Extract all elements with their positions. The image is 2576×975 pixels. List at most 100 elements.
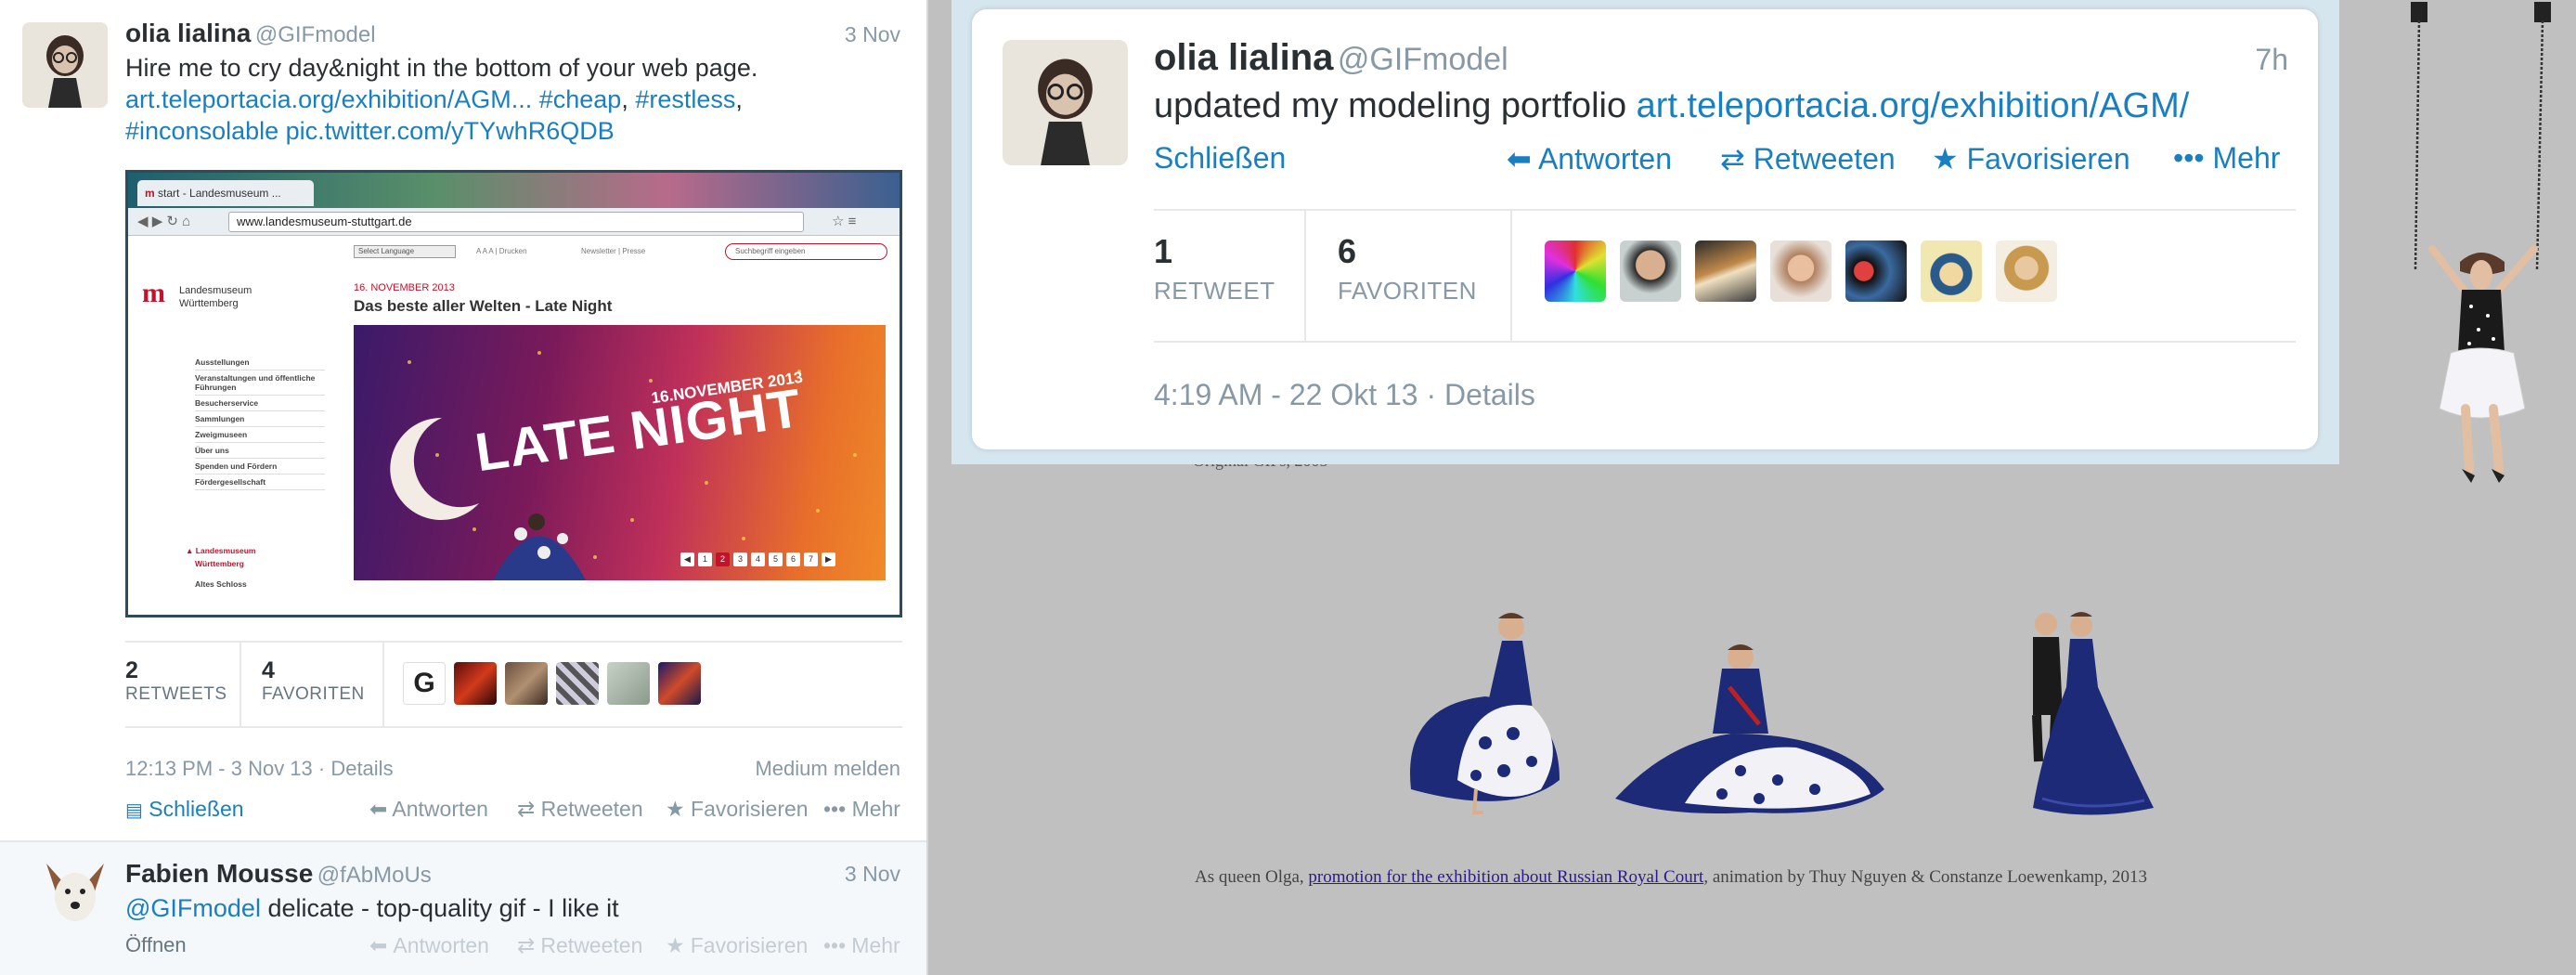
retweet-button[interactable]: ⇄ Retweeten (517, 797, 643, 822)
tweet2-author-handle[interactable]: @fAbMoUs (317, 863, 432, 888)
favoriter-avatar[interactable] (1845, 240, 1907, 302)
pager-page-6[interactable]: 6 (786, 552, 800, 566)
favoriter-avatar[interactable] (1996, 240, 2057, 302)
museum-nav-item[interactable]: Sammlungen (195, 411, 325, 427)
divider (1304, 211, 1306, 341)
star-icon: ★ (1932, 142, 1959, 176)
more-button[interactable]: ••• Mehr (2173, 141, 2280, 176)
card-timestamp[interactable]: 4:19 AM - 22 Okt 13 · Details (1154, 378, 1535, 412)
star-icon: ★ (666, 797, 685, 821)
fabien-avatar[interactable] (37, 854, 113, 930)
reply-button[interactable]: ⬅ Antworten (1507, 141, 1672, 176)
tweet1-author-name[interactable]: olia lialina (125, 19, 251, 47)
queen-figure-2 (1615, 644, 1884, 813)
exhibition-link[interactable]: promotion for the exhibition about Russi… (1308, 867, 1703, 887)
tweet1-text: Hire me to cry day&night in the bottom o… (125, 52, 905, 147)
favoriter-avatar[interactable] (1620, 240, 1681, 302)
tweet1-media-screenshot[interactable]: m start - Landesmuseum ... ◀ ▶ ↻ ⌂ www.l… (125, 170, 902, 618)
tweet1-line1: Hire me to cry day&night in the bottom o… (125, 54, 758, 82)
hashtag-restless[interactable]: #restless (635, 85, 735, 113)
pager-next-icon[interactable]: ▶ (822, 552, 835, 566)
card-time[interactable]: 7h (2255, 43, 2288, 77)
pager-page-5[interactable]: 5 (769, 552, 783, 566)
more-button[interactable]: ••• Mehr (823, 797, 900, 822)
divider (1154, 209, 2296, 211)
retweet-button[interactable]: ⇄ Retweeten (1720, 141, 1896, 176)
reply-icon: ⬅ (1507, 142, 1532, 176)
browser-toolbar: ◀ ▶ ↻ ⌂ www.landesmuseum-stuttgart.de ☆ … (128, 208, 900, 236)
tweet1-date[interactable]: 3 Nov (845, 22, 900, 47)
pager-page-3[interactable]: 3 (733, 552, 747, 566)
museum-nav-item[interactable]: Über uns (195, 443, 325, 459)
olia-avatar[interactable] (22, 22, 108, 108)
favorite-button[interactable]: ★ Favorisieren (1932, 141, 2130, 176)
tweet1-author-handle[interactable]: @GIFmodel (255, 22, 376, 47)
reply-button[interactable]: ⬅ Antworten (369, 933, 489, 958)
card-link[interactable]: art.teleportacia.org/exhibition/AGM/ (1637, 86, 2190, 125)
pager-prev-icon[interactable]: ◀ (680, 552, 694, 566)
favoriter-avatar[interactable] (607, 662, 650, 705)
museum-nav-altes-schloss[interactable]: Altes Schloss (195, 579, 247, 589)
divider (239, 643, 241, 726)
favoriter-avatar[interactable] (1695, 240, 1756, 302)
late-night-banner[interactable]: 16.NOVEMBER 2013 LATE NIGHT ◀ 1 2 3 4 5 6 7 ▶ (354, 325, 886, 580)
museum-nav-item[interactable]: Fördergesellschaft (195, 474, 325, 490)
retweets-stat[interactable]: 2 RETWEETS (125, 657, 227, 705)
close-button[interactable]: ▤ Schließen (125, 797, 244, 822)
pager-page-2[interactable]: 2 (716, 552, 730, 566)
newsletter-link[interactable]: Newsletter | Presse (581, 247, 645, 255)
museum-nav-item[interactable]: Zweigmuseen (195, 427, 325, 443)
card-favorites-stat[interactable]: 6 FAVORITEN (1338, 232, 1477, 306)
favorites-stat[interactable]: 4 FAVORITEN (262, 657, 365, 705)
site-search-input[interactable]: Suchbegriff eingeben (725, 243, 887, 260)
favoriter-avatar[interactable] (1545, 240, 1606, 302)
favoriter-avatar[interactable] (1770, 240, 1832, 302)
museum-nav-active[interactable]: ▲ Landesmuseum Württemberg (186, 544, 256, 570)
card-author-handle[interactable]: @GIFmodel (1338, 42, 1508, 77)
favoriter-avatar[interactable] (556, 662, 599, 705)
star-icon: ★ (666, 933, 685, 957)
favoriter-avatar[interactable] (1921, 240, 1982, 302)
hashtag-inconsolable[interactable]: #inconsolable (125, 117, 278, 145)
favoriter-avatar[interactable] (658, 662, 701, 705)
pic-link[interactable]: pic.twitter.com/yTYwhR6QDB (286, 117, 615, 145)
hashtag-cheap[interactable]: #cheap (539, 85, 622, 113)
language-select[interactable]: Select Language (354, 245, 456, 258)
favoriter-avatar[interactable] (505, 662, 548, 705)
tweet2-author-name[interactable]: Fabien Mousse (125, 859, 313, 888)
favorite-button[interactable]: ★ Favorisieren (666, 797, 809, 822)
tweet1-timestamp[interactable]: 12:13 PM - 3 Nov 13 · Details (125, 757, 394, 781)
expanded-tweet-card: olia lialina @GIFmodel 7h updated my mod… (972, 9, 2318, 449)
divider (125, 641, 902, 643)
olia-avatar-large[interactable] (1003, 40, 1128, 165)
tweet1-link[interactable]: art.teleportacia.org/exhibition/AGM... (125, 85, 532, 113)
report-media-link[interactable]: Medium melden (755, 757, 900, 781)
museum-nav-item[interactable]: Ausstellungen (195, 355, 325, 370)
card-retweets-stat[interactable]: 1 RETWEET (1154, 232, 1275, 306)
favoriter-avatar-g[interactable]: G (403, 662, 446, 705)
browser-url-bar[interactable]: www.landesmuseum-stuttgart.de (228, 212, 804, 232)
favoriter-avatar[interactable] (454, 662, 497, 705)
tweet2-date[interactable]: 3 Nov (845, 862, 900, 887)
pager-page-1[interactable]: 1 (698, 552, 712, 566)
pager-page-7[interactable]: 7 (804, 552, 818, 566)
browser-tab[interactable]: m start - Landesmuseum ... (137, 180, 314, 206)
font-size-controls[interactable]: A A A | Drucken (476, 247, 527, 255)
museum-nav-item[interactable]: Veranstaltungen und öffentliche Führunge… (195, 370, 325, 396)
back-forward-icon[interactable]: ◀ ▶ ↻ ⌂ (137, 213, 190, 229)
favorite-button[interactable]: ★ Favorisieren (666, 933, 808, 958)
close-button[interactable]: Schließen (1154, 141, 1286, 176)
mention-gifmodel[interactable]: @GIFmodel (125, 894, 261, 922)
museum-nav-item[interactable]: Besucherservice (195, 396, 325, 411)
pager-page-4[interactable]: 4 (751, 552, 765, 566)
more-icon: ••• (823, 933, 847, 957)
card-author-name[interactable]: olia lialina (1154, 37, 1333, 78)
more-button[interactable]: ••• Mehr (823, 933, 900, 958)
reply-button[interactable]: ⬅ Antworten (369, 797, 488, 822)
tweet1-actions: ▤ Schließen ⬅ Antworten ⇄ Retweeten ★ Fa… (125, 797, 902, 825)
museum-nav-item[interactable]: Spenden und Fördern (195, 459, 325, 474)
retweet-icon: ⇄ (517, 797, 536, 821)
browser-menu-icon[interactable]: ☆ ≡ (832, 213, 856, 229)
retweet-button[interactable]: ⇄ Retweeten (517, 933, 642, 958)
museum-logo-text[interactable]: Landesmuseum Württemberg (179, 284, 252, 310)
